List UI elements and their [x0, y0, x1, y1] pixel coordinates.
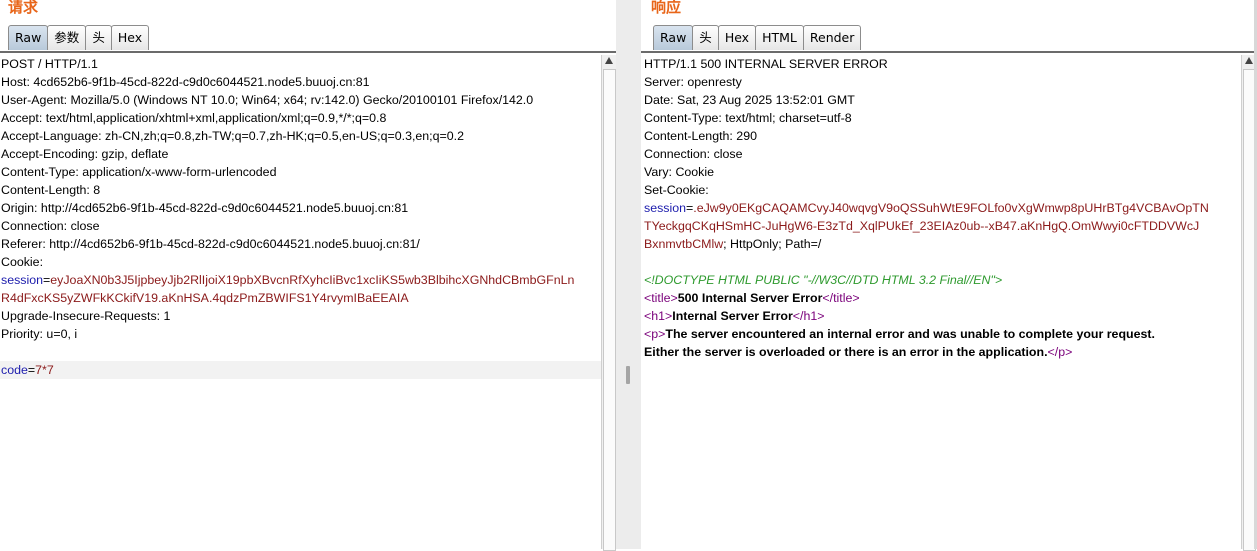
pane-splitter[interactable]: [616, 0, 641, 549]
request-pane: 请求 Raw 参数 头 Hex POST / HTTP/1.1 Host: 4c…: [0, 0, 616, 551]
response-line: Vary: Cookie: [644, 165, 715, 179]
scroll-thumb[interactable]: [603, 69, 616, 551]
scroll-up-arrow-icon[interactable]: [1245, 57, 1253, 64]
response-editor[interactable]: HTTP/1.1 500 INTERNAL SERVER ERROR Serve…: [643, 55, 1239, 549]
cookie-value: R4dFxcKS5yZWFkKCkifV19.aKnHSA.4qdzPmZBWI…: [1, 291, 409, 305]
response-tab-hex[interactable]: Hex: [717, 25, 757, 50]
html-tag: </h1>: [792, 309, 825, 323]
response-title: 响应: [651, 0, 682, 16]
request-line: Cookie:: [1, 255, 44, 269]
request-line: Upgrade-Insecure-Requests: 1: [1, 309, 171, 323]
response-cookie-line-cont: BxnmvtbCMlw; HttpOnly; Path=/: [643, 235, 1239, 253]
cookie-value: eyJoaXN0b3J5IjpbeyJjb2RlIjoiX19pbXBvcnRf…: [50, 273, 575, 287]
response-line: HTTP/1.1 500 INTERNAL SERVER ERROR: [644, 57, 888, 71]
html-doctype-line: <!DOCTYPE HTML PUBLIC "-//W3C//DTD HTML …: [643, 271, 1239, 289]
request-line: Accept-Language: zh-CN,zh;q=0.8,zh-TW;q=…: [1, 129, 464, 143]
html-tag: <h1>: [644, 309, 673, 323]
request-line: Priority: u=0, i: [1, 327, 78, 341]
html-p-text: The server encountered an internal error…: [665, 327, 1155, 341]
html-tag: <title>: [644, 291, 678, 305]
cookie-value: BxnmvtbCMlw: [644, 237, 724, 251]
html-h1-line: <h1>Internal Server Error</h1>: [643, 307, 1239, 325]
request-line: Referer: http://4cd652b6-9f1b-45cd-822d-…: [1, 237, 420, 251]
response-cookie-line-cont: TYeckgqCKqHSmHC-JuHgW6-E3zTd_XqlPUkEf_23…: [643, 217, 1239, 235]
cookie-value: .eJw9y0EKgCAQAMCvyJ40wqvgV9oQSSuhWtE9FOL…: [693, 201, 1209, 215]
request-line: Accept: text/html,application/xhtml+xml,…: [1, 111, 387, 125]
response-cookie-line: session=.eJw9y0EKgCAQAMCvyJ40wqvgV9oQSSu…: [644, 201, 1209, 215]
request-tab-params[interactable]: 参数: [47, 25, 87, 50]
request-scrollbar[interactable]: [601, 55, 616, 551]
request-editor[interactable]: POST / HTTP/1.1 Host: 4cd652b6-9f1b-45cd…: [0, 55, 601, 549]
request-line: Host: 4cd652b6-9f1b-45cd-822d-c9d0c60445…: [1, 75, 370, 89]
doctype-comment: <!DOCTYPE HTML PUBLIC "-//W3C//DTD HTML …: [644, 273, 1003, 287]
cookie-value: TYeckgqCKqHSmHC-JuHgW6-E3zTd_XqlPUkEf_23…: [644, 219, 1200, 233]
request-tab-hex[interactable]: Hex: [110, 25, 150, 50]
response-tab-render[interactable]: Render: [802, 25, 862, 50]
cookie-name: session: [644, 201, 687, 215]
cookie-name: session: [1, 273, 44, 287]
request-line: POST / HTTP/1.1: [1, 57, 98, 71]
response-line: Set-Cookie:: [644, 183, 709, 197]
html-p-line: <p>The server encountered an internal er…: [643, 325, 1239, 343]
html-h1-text: Internal Server Error: [672, 309, 793, 323]
request-tab-raw[interactable]: Raw: [8, 25, 49, 50]
body-param-name: code: [1, 363, 28, 377]
response-line: Connection: close: [644, 147, 743, 161]
response-line: Date: Sat, 23 Aug 2025 13:52:01 GMT: [644, 93, 855, 107]
request-tab-headers[interactable]: 头: [85, 25, 112, 50]
html-p-text: Either the server is overloaded or there…: [644, 345, 1048, 359]
request-tab-divider: [0, 51, 616, 53]
html-tag: <p>: [644, 327, 666, 341]
html-p-line-cont: Either the server is overloaded or there…: [643, 343, 1239, 361]
request-tabbar: Raw 参数 头 Hex: [8, 25, 150, 51]
response-tab-divider: [641, 51, 1257, 53]
request-line: User-Agent: Mozilla/5.0 (Windows NT 10.0…: [1, 93, 534, 107]
request-line: Content-Type: application/x-www-form-url…: [1, 165, 277, 179]
cookie-attributes: ; HttpOnly; Path=/: [723, 237, 822, 251]
scroll-up-arrow-icon[interactable]: [605, 57, 613, 64]
response-tab-headers[interactable]: 头: [692, 25, 719, 50]
splitter-grip-icon[interactable]: [626, 366, 630, 384]
request-line: Accept-Encoding: gzip, deflate: [1, 147, 169, 161]
request-line: Connection: close: [1, 219, 100, 233]
html-title-line: <title>500 Internal Server Error</title>: [643, 289, 1239, 307]
request-line: Content-Length: 8: [1, 183, 101, 197]
response-line: Content-Type: text/html; charset=utf-8: [644, 111, 852, 125]
html-tag: </title>: [822, 291, 860, 305]
request-cookie-line: session=eyJoaXN0b3J5IjpbeyJjb2RlIjoiX19p…: [1, 273, 575, 287]
response-line: Server: openresty: [644, 75, 742, 89]
response-pane: 响应 Raw 头 Hex HTML Render HTTP/1.1 500 IN…: [641, 0, 1257, 551]
request-title: 请求: [8, 0, 39, 16]
html-title-text: 500 Internal Server Error: [677, 291, 823, 305]
response-tabbar: Raw 头 Hex HTML Render: [653, 25, 862, 51]
request-body-line: code=7*7: [0, 361, 601, 379]
request-line: Origin: http://4cd652b6-9f1b-45cd-822d-c…: [1, 201, 409, 215]
response-tab-raw[interactable]: Raw: [653, 25, 694, 50]
response-tab-html[interactable]: HTML: [755, 25, 804, 50]
html-tag: </p>: [1047, 345, 1073, 359]
body-param-value: 7*7: [35, 363, 54, 377]
response-line: Content-Length: 290: [644, 129, 757, 143]
request-cookie-line-cont: R4dFxcKS5yZWFkKCkifV19.aKnHSA.4qdzPmZBWI…: [0, 289, 601, 307]
